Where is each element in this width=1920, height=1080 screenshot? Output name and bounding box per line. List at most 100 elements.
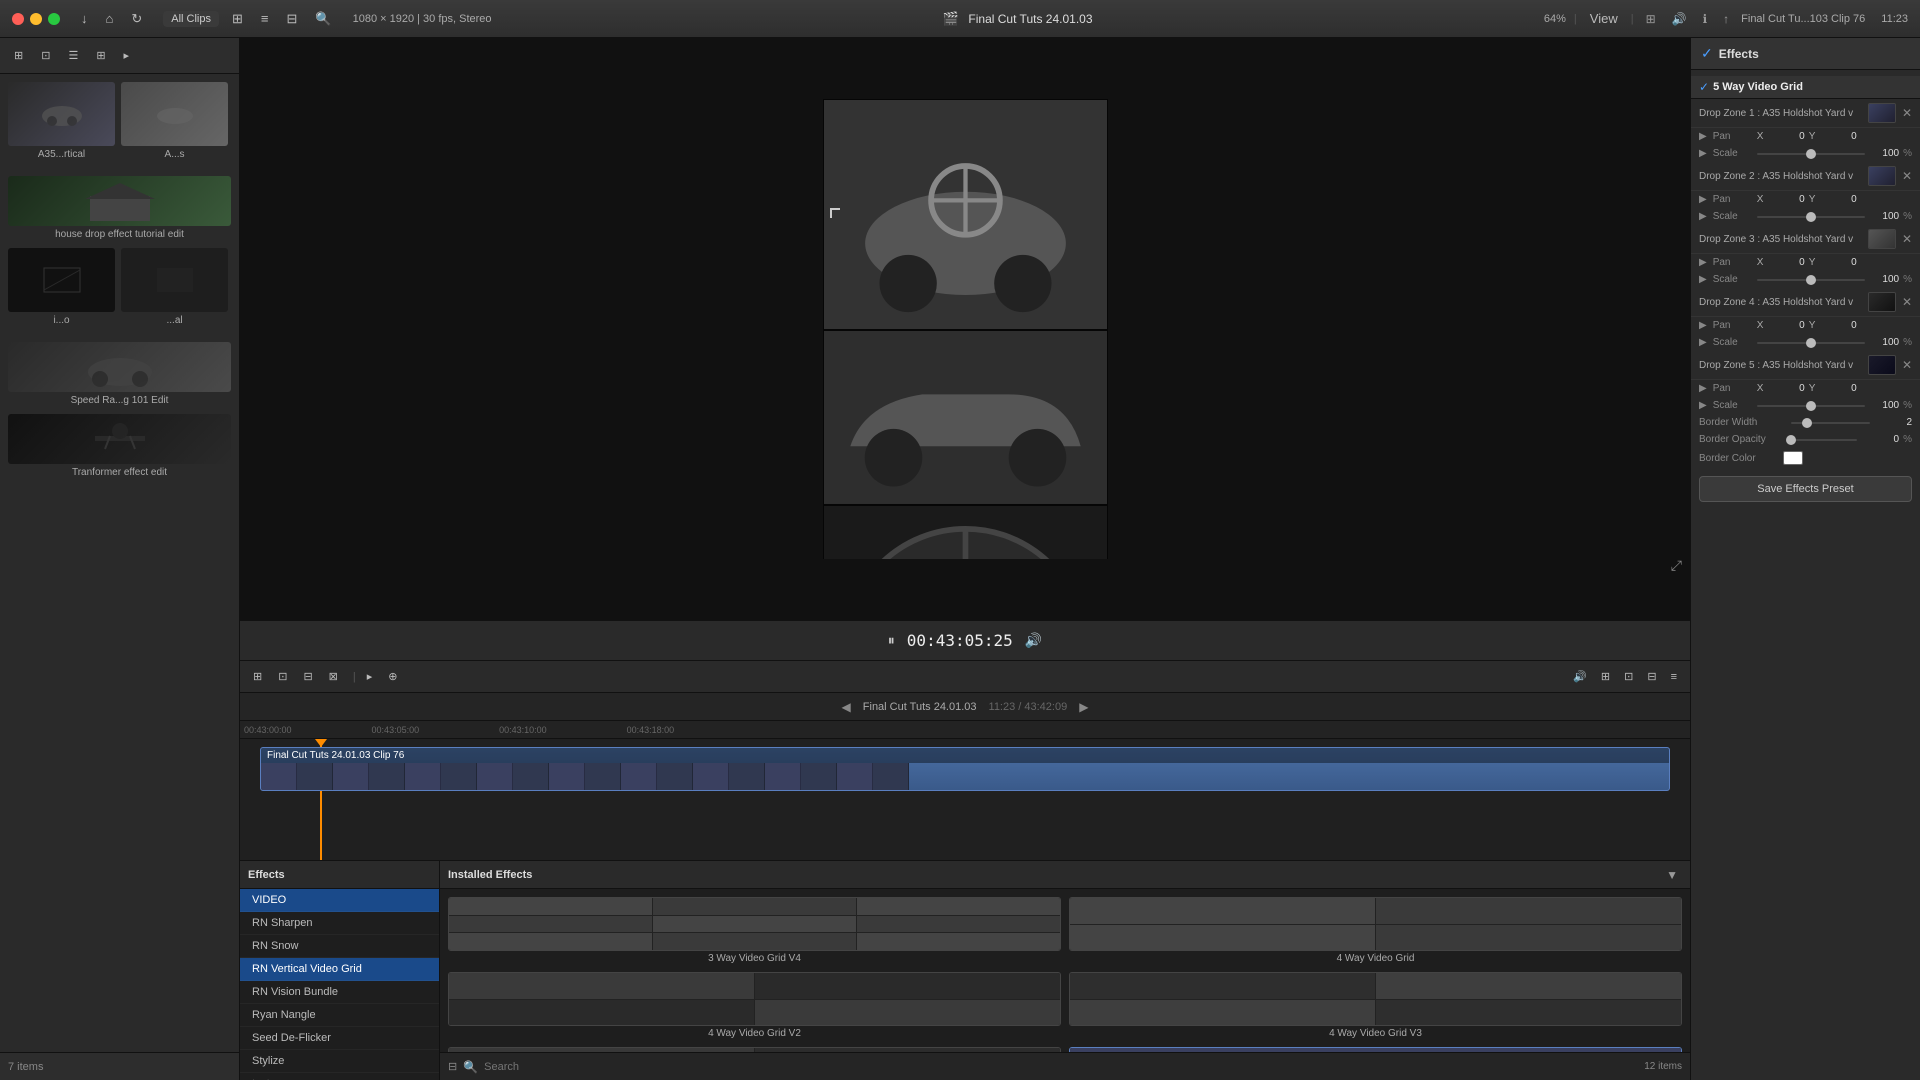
pan3-expand-btn[interactable]: ▶ — [1699, 257, 1707, 268]
scale3-slider[interactable] — [1757, 279, 1865, 281]
tl-zoom-btn[interactable]: ⊡ — [1619, 668, 1638, 685]
list-item[interactable]: house drop effect tutorial edit — [8, 176, 231, 240]
blade-btn[interactable]: ⊡ — [273, 668, 292, 685]
scale3-expand-btn[interactable]: ▶ — [1699, 274, 1707, 285]
dz1-thumb[interactable] — [1868, 103, 1896, 123]
effects-category-test[interactable]: test — [240, 1073, 439, 1080]
download-btn[interactable]: ↓ — [76, 9, 93, 28]
next-clip-btn[interactable]: ▶ — [1079, 700, 1088, 714]
effects-category-video[interactable]: VIDEO — [240, 889, 439, 912]
dz5-delete-btn[interactable]: ✕ — [1902, 358, 1912, 372]
dz3-thumb[interactable] — [1868, 229, 1896, 249]
effects-browser: Effects VIDEO RN Sharpen RN Snow RN Vert… — [240, 860, 1690, 1080]
list-view-btn[interactable]: ≡ — [256, 9, 274, 28]
border-color-swatch[interactable] — [1783, 451, 1803, 465]
sidebar-icon5-btn[interactable]: ▸ — [118, 47, 136, 64]
effects-category-rnvision[interactable]: RN Vision Bundle — [240, 981, 439, 1004]
tl-snap-btn[interactable]: ⊞ — [1596, 668, 1615, 685]
audio-btn[interactable]: 🔊 — [1668, 10, 1691, 28]
prev-clip-btn[interactable]: ◀ — [842, 700, 851, 714]
list-item[interactable]: Speed Ra...g 101 Edit — [8, 342, 231, 406]
sidebar-icon2-btn[interactable]: ⊡ — [35, 47, 56, 64]
timecode-nav: 11:23 / 43:42:09 — [989, 701, 1068, 713]
filter-btn[interactable]: ⊟ — [282, 9, 303, 29]
effects-category-seed[interactable]: Seed De-Flicker — [240, 1027, 439, 1050]
timeline-nav: ◀ Final Cut Tuts 24.01.03 11:23 / 43:42:… — [240, 693, 1690, 721]
clips-view-btn[interactable]: ⊞ — [227, 9, 248, 29]
effects-sort-btn[interactable]: ▼ — [1662, 866, 1682, 884]
scale5-slider[interactable] — [1757, 405, 1865, 407]
pan1-expand-btn[interactable]: ▶ — [1699, 131, 1707, 142]
save-preset-button[interactable]: Save Effects Preset — [1699, 476, 1912, 502]
close-traffic-light[interactable] — [12, 13, 24, 25]
tl-audio-btn[interactable]: 🔊 — [1568, 668, 1592, 685]
transform-btn[interactable]: ⊠ — [324, 668, 343, 685]
track-btn[interactable]: ⊕ — [383, 668, 402, 685]
search-btn[interactable]: 🔍 — [310, 9, 336, 29]
list-item[interactable]: A...s — [121, 82, 228, 160]
clip-track-label: Final Cut Tuts 24.01.03 Clip 76 — [261, 748, 1669, 763]
inspector-toggle-btn[interactable]: ⊞ — [1642, 10, 1660, 28]
sync-btn[interactable]: ↻ — [126, 9, 147, 29]
key-btn[interactable]: ⌂ — [101, 9, 119, 28]
sidebar-icon-btn[interactable]: ⊞ — [8, 47, 29, 64]
border-width-label: Border Width — [1699, 417, 1779, 428]
scale2-slider[interactable] — [1757, 216, 1865, 218]
play-pause-btn[interactable]: ⏸ — [888, 632, 895, 649]
dz5-thumb[interactable] — [1868, 355, 1896, 375]
trim-btn[interactable]: ⊟ — [298, 668, 317, 685]
sidebar-icon3-btn[interactable]: ☰ — [62, 47, 84, 64]
scale4-label: Scale — [1713, 337, 1753, 348]
effects-category-ryan[interactable]: Ryan Nangle — [240, 1004, 439, 1027]
scale1-expand-btn[interactable]: ▶ — [1699, 148, 1707, 159]
effects-category-stylize[interactable]: Stylize — [240, 1050, 439, 1073]
effects-category-rnsharpen[interactable]: RN Sharpen — [240, 912, 439, 935]
clip-view-btn[interactable]: ⊞ — [248, 668, 267, 685]
fullscreen-traffic-light[interactable] — [48, 13, 60, 25]
dz4-delete-btn[interactable]: ✕ — [1902, 295, 1912, 309]
scale4-slider[interactable] — [1757, 342, 1865, 344]
effects-category-rnvertical[interactable]: RN Vertical Video Grid — [240, 958, 439, 981]
mute-btn[interactable]: 🔊 — [1025, 632, 1042, 649]
preview-content: WA19 YVU — [823, 99, 1108, 559]
scale1-slider[interactable] — [1757, 153, 1865, 155]
tl-more-btn[interactable]: ⊟ — [1642, 668, 1661, 685]
effects-category-rnsnow[interactable]: RN Snow — [240, 935, 439, 958]
dz2-thumb[interactable] — [1868, 166, 1896, 186]
pan5-expand-btn[interactable]: ▶ — [1699, 383, 1707, 394]
fullscreen-expand-btn[interactable]: ⤢ — [1671, 557, 1682, 574]
pan4-expand-btn[interactable]: ▶ — [1699, 320, 1707, 331]
effect-card-4way[interactable]: 4 Way Video Grid — [1069, 897, 1682, 964]
border-opacity-slider[interactable] — [1791, 439, 1857, 441]
list-item[interactable]: Tranformer effect edit — [8, 414, 231, 478]
frame-thumb — [405, 763, 441, 791]
effect-card-4wayv3[interactable]: 4 Way Video Grid V3 — [1069, 972, 1682, 1039]
info-btn[interactable]: ℹ — [1699, 10, 1712, 28]
scale2-expand-btn[interactable]: ▶ — [1699, 211, 1707, 222]
frame-thumb — [477, 763, 513, 791]
list-item[interactable]: A35...rtical — [8, 82, 115, 160]
select-btn[interactable]: ▸ — [362, 668, 378, 685]
dz4-thumb[interactable] — [1868, 292, 1896, 312]
effect-card-3way[interactable]: 3 Way Video Grid V4 — [448, 897, 1061, 964]
list-item[interactable]: ...al — [121, 248, 228, 326]
dz3-delete-btn[interactable]: ✕ — [1902, 232, 1912, 246]
pan2-expand-btn[interactable]: ▶ — [1699, 194, 1707, 205]
effect-checkbox[interactable]: ✓ — [1699, 80, 1709, 94]
share-btn[interactable]: ↑ — [1719, 10, 1733, 28]
border-width-slider[interactable] — [1791, 422, 1870, 424]
tl-index-btn[interactable]: ≡ — [1666, 669, 1682, 685]
zoom-dropdown-btn[interactable]: View — [1585, 9, 1623, 28]
minimize-traffic-light[interactable] — [30, 13, 42, 25]
track-clip[interactable]: Final Cut Tuts 24.01.03 Clip 76 — [260, 747, 1670, 791]
scale4-expand-btn[interactable]: ▶ — [1699, 337, 1707, 348]
dz1-delete-btn[interactable]: ✕ — [1902, 106, 1912, 120]
dz2-delete-btn[interactable]: ✕ — [1902, 169, 1912, 183]
effect-card-4wayv2[interactable]: 4 Way Video Grid V2 — [448, 972, 1061, 1039]
list-item[interactable]: i...o — [8, 248, 115, 326]
all-clips-btn[interactable]: All Clips — [163, 11, 219, 27]
project-title: 🎬 Final Cut Tuts 24.01.03 — [500, 11, 1536, 27]
grid-search-input[interactable] — [484, 1061, 1638, 1073]
scale5-expand-btn[interactable]: ▶ — [1699, 400, 1707, 411]
sidebar-icon4-btn[interactable]: ⊞ — [90, 47, 111, 64]
